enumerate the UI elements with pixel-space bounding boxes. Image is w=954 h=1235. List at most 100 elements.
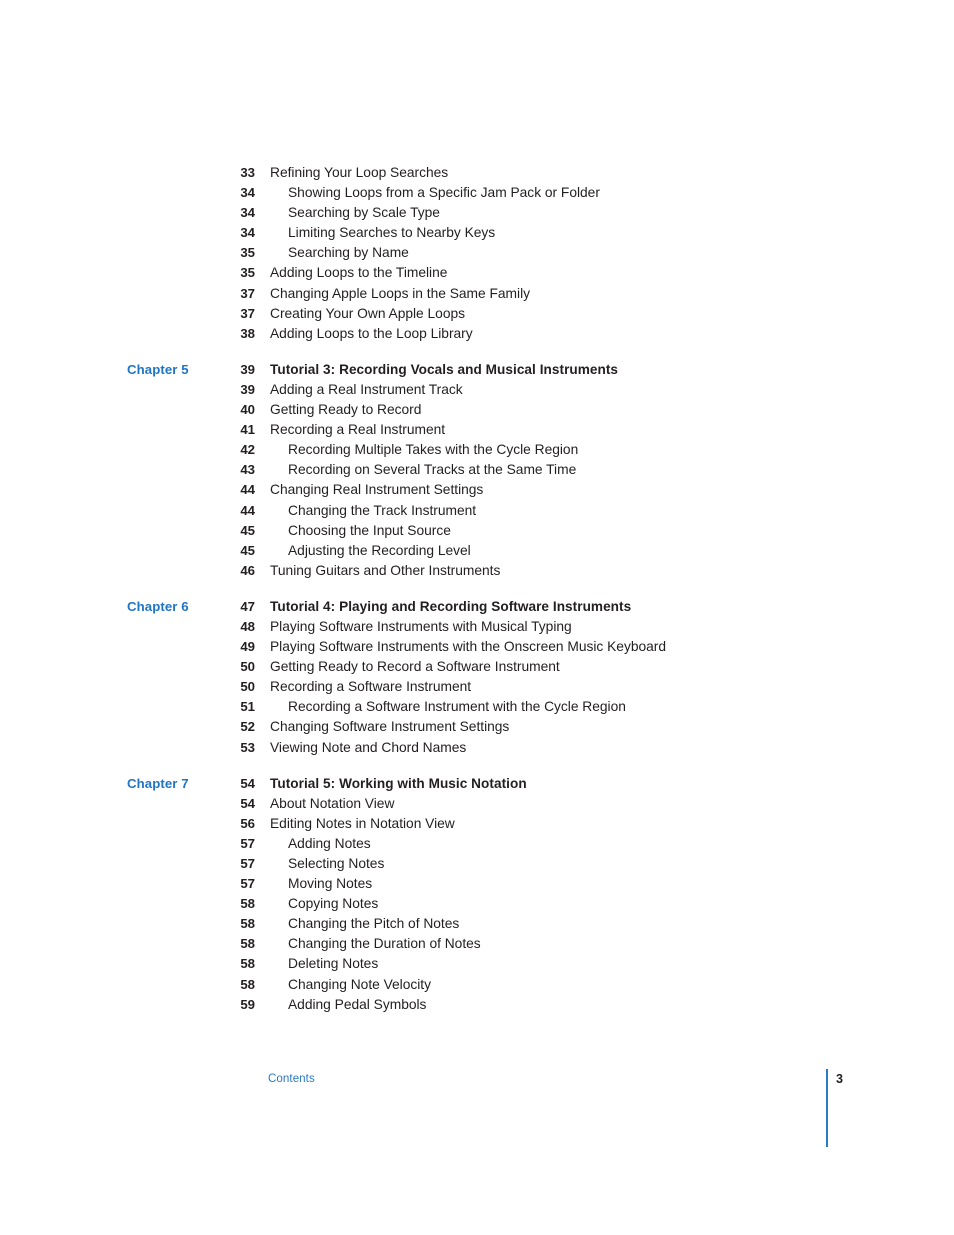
toc-entry-row[interactable]: 57 Selecting Notes	[0, 854, 954, 874]
toc-entry-label[interactable]: Changing the Pitch of Notes	[288, 914, 459, 934]
toc-entry-row[interactable]: 51 Recording a Software Instrument with t…	[0, 697, 954, 717]
toc-entry-page-number: 45	[240, 542, 255, 558]
toc-entry-label[interactable]: Viewing Note and Chord Names	[270, 738, 466, 758]
toc-entry-label[interactable]: Adding Notes	[288, 834, 371, 854]
toc-entry-row[interactable]: 37 Changing Apple Loops in the Same Famil…	[0, 284, 954, 304]
chapter-label: Chapter 6	[127, 598, 189, 614]
toc-entry-row[interactable]: 44 Changing the Track Instrument	[0, 501, 954, 521]
toc-entry-label[interactable]: Editing Notes in Notation View	[270, 814, 455, 834]
toc-entry-row[interactable]: 45 Choosing the Input Source	[0, 521, 954, 541]
toc-entry-label[interactable]: Changing Apple Loops in the Same Family	[270, 284, 530, 304]
toc-entry-label[interactable]: Searching by Scale Type	[288, 203, 440, 223]
toc-entry-label[interactable]: Searching by Name	[288, 243, 409, 263]
toc-entry-page-number: 34	[240, 205, 255, 221]
toc-entry-label[interactable]: Getting Ready to Record	[270, 400, 421, 420]
toc-entry-title[interactable]: Tutorial 4: Playing and Recording Softwa…	[270, 597, 631, 617]
toc-entry-row[interactable]: 35 Adding Loops to the Timeline	[0, 263, 954, 283]
toc-entry-row[interactable]: 58 Copying Notes	[0, 894, 954, 914]
toc-entry-label[interactable]: Adding Pedal Symbols	[288, 995, 426, 1015]
toc-entry-label[interactable]: Getting Ready to Record a Software Instr…	[270, 657, 560, 677]
toc-entry-label[interactable]: Creating Your Own Apple Loops	[270, 304, 465, 324]
toc-entry-label[interactable]: Adding a Real Instrument Track	[270, 380, 463, 400]
toc-entry-row[interactable]: 35 Searching by Name	[0, 243, 954, 263]
toc-entry-row[interactable]: 46 Tuning Guitars and Other Instruments	[0, 561, 954, 581]
footer-divider-rule	[826, 1069, 828, 1147]
toc-entry-label[interactable]: Deleting Notes	[288, 954, 378, 974]
toc-entry-label[interactable]: Recording Multiple Takes with the Cycle …	[288, 440, 578, 460]
toc-entry-row[interactable]: 53 Viewing Note and Chord Names	[0, 738, 954, 758]
toc-entry-label[interactable]: Playing Software Instruments with Musica…	[270, 617, 572, 637]
toc-entry-label[interactable]: Recording a Software Instrument	[270, 677, 471, 697]
toc-entry-row[interactable]: 58 Deleting Notes	[0, 954, 954, 974]
toc-entry-label[interactable]: Recording a Software Instrument with the…	[288, 697, 626, 717]
toc-entry-row[interactable]: 58 Changing the Duration of Notes	[0, 934, 954, 954]
toc-entry-page-number: 37	[240, 305, 255, 321]
toc-entry-page-number: 58	[240, 976, 255, 992]
toc-entry-row[interactable]: 40 Getting Ready to Record	[0, 400, 954, 420]
toc-entry-row[interactable]: 34 Limiting Searches to Nearby Keys	[0, 223, 954, 243]
toc-entry-page-number: 46	[240, 562, 255, 578]
toc-entry-row[interactable]: 34 Searching by Scale Type	[0, 203, 954, 223]
toc-entry-label[interactable]: Adding Loops to the Timeline	[270, 263, 447, 283]
toc-entry-page-number: 34	[240, 185, 255, 201]
toc-entry-label[interactable]: Copying Notes	[288, 894, 378, 914]
toc-entry-row[interactable]: 58 Changing Note Velocity	[0, 975, 954, 995]
toc-entry-row[interactable]: 39 Adding a Real Instrument Track	[0, 380, 954, 400]
toc-entry-row[interactable]: 37 Creating Your Own Apple Loops	[0, 304, 954, 324]
toc-entry-row[interactable]: 38 Adding Loops to the Loop Library	[0, 324, 954, 344]
toc-entry-row[interactable]: 34 Showing Loops from a Specific Jam Pack…	[0, 183, 954, 203]
toc-entry-page-number: 49	[240, 639, 255, 655]
toc-entry-label[interactable]: Refining Your Loop Searches	[270, 163, 448, 183]
toc-entry-row[interactable]: 45 Adjusting the Recording Level	[0, 541, 954, 561]
toc-entry-label[interactable]: Changing Software Instrument Settings	[270, 717, 509, 737]
toc-entry-page-number: 58	[240, 896, 255, 912]
toc-entry-row[interactable]: 43 Recording on Several Tracks at the Sam…	[0, 460, 954, 480]
toc-entry-label[interactable]: Adjusting the Recording Level	[288, 541, 471, 561]
toc-entry-label[interactable]: Selecting Notes	[288, 854, 384, 874]
toc-entry-row[interactable]: Chapter 5 39 Tutorial 3: Recording Vocals …	[0, 360, 954, 380]
toc-entry-label[interactable]: Changing Note Velocity	[288, 975, 431, 995]
toc-entry-row[interactable]: 42 Recording Multiple Takes with the Cycl…	[0, 440, 954, 460]
toc-entry-row[interactable]: 50 Recording a Software Instrument	[0, 677, 954, 697]
toc-entry-label[interactable]: Adding Loops to the Loop Library	[270, 324, 473, 344]
toc-entry-label[interactable]: Changing the Track Instrument	[288, 501, 476, 521]
toc-entry-page-number: 54	[240, 795, 255, 811]
toc-entry-label[interactable]: Changing the Duration of Notes	[288, 934, 481, 954]
toc-entry-row[interactable]: 59 Adding Pedal Symbols	[0, 995, 954, 1015]
toc-entry-label[interactable]: Choosing the Input Source	[288, 521, 451, 541]
toc-entry-row[interactable]: 52 Changing Software Instrument Settings	[0, 717, 954, 737]
toc-entry-page-number: 44	[240, 482, 255, 498]
toc-entry-label[interactable]: Recording on Several Tracks at the Same …	[288, 460, 576, 480]
toc-entry-label[interactable]: Changing Real Instrument Settings	[270, 480, 483, 500]
toc-entry-row[interactable]: 41 Recording a Real Instrument	[0, 420, 954, 440]
chapter-label: Chapter 7	[127, 775, 189, 791]
toc-entry-label[interactable]: Recording a Real Instrument	[270, 420, 445, 440]
toc-entry-row[interactable]: 33 Refining Your Loop Searches	[0, 163, 954, 183]
toc-entry-label[interactable]: Showing Loops from a Specific Jam Pack o…	[288, 183, 600, 203]
toc-entry-row[interactable]: 50 Getting Ready to Record a Software Ins…	[0, 657, 954, 677]
toc-entry-page-number: 57	[240, 876, 255, 892]
toc-entry-label[interactable]: About Notation View	[270, 794, 394, 814]
toc-entry-page-number: 35	[240, 245, 255, 261]
toc-entry-title[interactable]: Tutorial 5: Working with Music Notation	[270, 774, 527, 794]
toc-entry-row[interactable]: 49 Playing Software Instruments with the …	[0, 637, 954, 657]
toc-entry-page-number: 44	[240, 502, 255, 518]
toc-entry-label[interactable]: Playing Software Instruments with the On…	[270, 637, 666, 657]
toc-entry-row[interactable]: 44 Changing Real Instrument Settings	[0, 480, 954, 500]
table-of-contents: 33 Refining Your Loop Searches 34 Showing L…	[0, 163, 954, 1015]
toc-entry-page-number: 48	[240, 618, 255, 634]
toc-entry-label[interactable]: Limiting Searches to Nearby Keys	[288, 223, 495, 243]
toc-entry-row[interactable]: 54 About Notation View	[0, 794, 954, 814]
toc-entry-row[interactable]: 48 Playing Software Instruments with Musi…	[0, 617, 954, 637]
toc-entry-title[interactable]: Tutorial 3: Recording Vocals and Musical…	[270, 360, 618, 380]
toc-entry-row[interactable]: 56 Editing Notes in Notation View	[0, 814, 954, 834]
toc-entry-row[interactable]: Chapter 6 47 Tutorial 4: Playing and Recor…	[0, 597, 954, 617]
toc-entry-row[interactable]: 58 Changing the Pitch of Notes	[0, 914, 954, 934]
toc-entry-row[interactable]: 57 Moving Notes	[0, 874, 954, 894]
footer-section-label: Contents	[268, 1072, 315, 1085]
toc-entry-row[interactable]: Chapter 7 54 Tutorial 5: Working with Musi…	[0, 774, 954, 794]
toc-entry-label[interactable]: Moving Notes	[288, 874, 372, 894]
toc-entry-page-number: 50	[240, 659, 255, 675]
toc-entry-row[interactable]: 57 Adding Notes	[0, 834, 954, 854]
toc-entry-label[interactable]: Tuning Guitars and Other Instruments	[270, 561, 500, 581]
